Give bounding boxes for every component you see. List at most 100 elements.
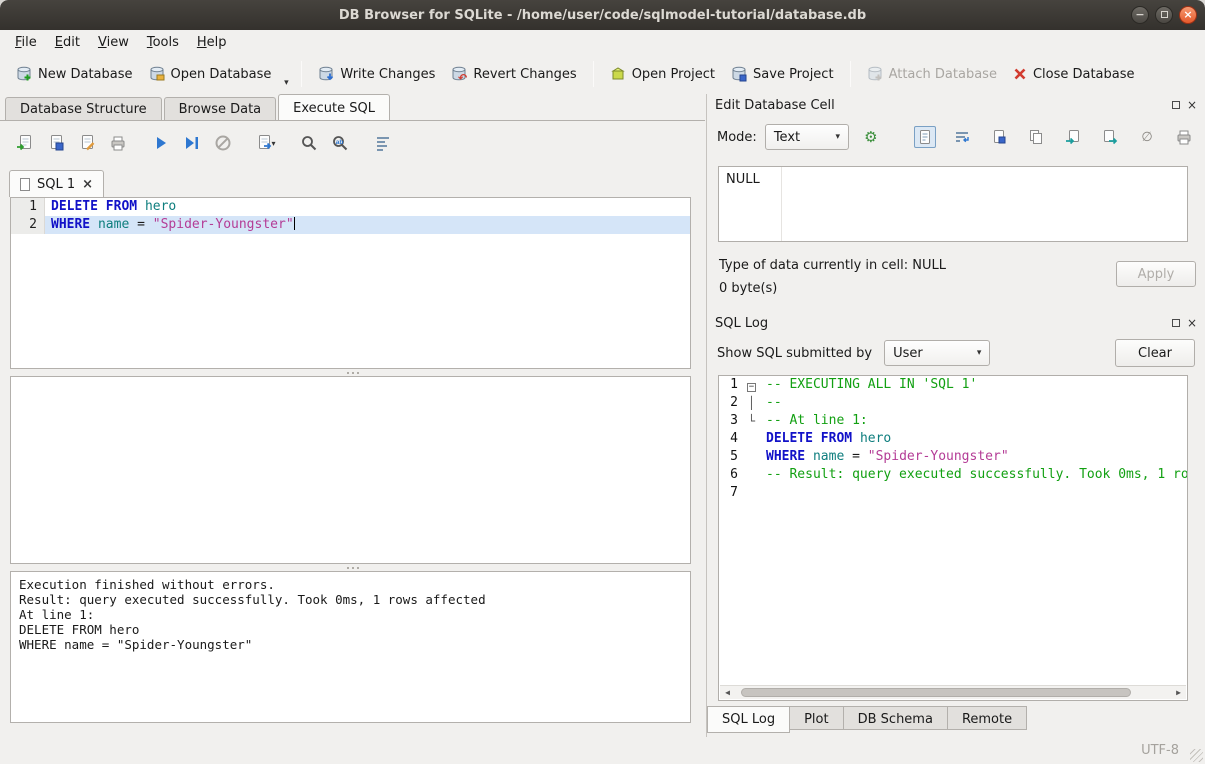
sql-file-icon (20, 178, 30, 191)
code-text: -- (760, 394, 1187, 412)
line-number: 1 (11, 198, 45, 216)
execute-all-button[interactable] (148, 130, 174, 156)
auto-format-button[interactable] (370, 130, 396, 156)
code-line[interactable]: 7 (719, 484, 1187, 502)
undock-cell-panel-icon[interactable] (1172, 101, 1180, 109)
menubar: FileEditViewToolsHelp (0, 30, 1205, 54)
open-project-button[interactable]: Open Project (602, 61, 723, 87)
execution-messages: Execution finished without errors. Resul… (10, 571, 691, 723)
text-mode-icon[interactable] (914, 126, 936, 148)
menu-file[interactable]: File (6, 32, 46, 53)
code-line[interactable]: 2WHERE name = "Spider-Youngster" (11, 216, 690, 234)
apply-button: Apply (1116, 261, 1196, 287)
sql-editor-toolbar: ▾ ab (12, 130, 396, 156)
tab-database-structure[interactable]: Database Structure (5, 97, 162, 121)
mode-settings-button[interactable]: ⚙ (857, 124, 885, 150)
save-text-icon[interactable] (988, 126, 1010, 148)
submitted-by-value: User (893, 346, 969, 361)
set-null-icon[interactable]: ∅ (1136, 126, 1158, 148)
code-text (760, 484, 1187, 502)
dropdown-icon: ▾ (284, 78, 289, 88)
fold-toggle-icon[interactable]: − (743, 376, 760, 394)
save-sql-as-button[interactable] (74, 130, 100, 156)
sql-log-title: SQL Log (715, 316, 768, 331)
filter-label: Show SQL submitted by (717, 346, 872, 361)
tab-plot[interactable]: Plot (790, 706, 844, 730)
print-cell-icon[interactable] (1173, 126, 1195, 148)
results-messages-splitter[interactable] (0, 565, 705, 570)
cell-editor-textarea[interactable]: NULL (718, 166, 1188, 242)
cell-mode-row: Mode: Text ▾ ⚙ ∅ (707, 122, 1205, 152)
menu-view[interactable]: View (89, 32, 138, 53)
submitted-by-select[interactable]: User ▾ (884, 340, 990, 366)
revert-changes-button[interactable]: ↶ Revert Changes (443, 61, 584, 87)
tab-remote[interactable]: Remote (948, 706, 1027, 730)
save-project-button[interactable]: Save Project (723, 61, 842, 87)
gear-icon: ⚙ (864, 128, 877, 146)
mode-select[interactable]: Text ▾ (765, 124, 849, 150)
scroll-right-icon[interactable]: ▶ (1171, 688, 1186, 697)
tree-line (743, 466, 760, 484)
open-database-button[interactable]: Open Database (141, 61, 280, 87)
resize-grip[interactable] (1190, 749, 1203, 762)
minimize-button[interactable]: − (1131, 6, 1149, 24)
main-toolbar: New Database Open Database ▾ Write Chang… (0, 54, 1205, 94)
clear-log-button[interactable]: Clear (1115, 339, 1195, 367)
sql-editor[interactable]: 1DELETE FROM hero2WHERE name = "Spider-Y… (10, 197, 691, 369)
find-button[interactable] (296, 130, 322, 156)
maximize-button[interactable] (1155, 6, 1173, 24)
close-log-panel-icon[interactable]: × (1187, 317, 1197, 329)
save-sql-file-button[interactable] (43, 130, 69, 156)
code-line[interactable]: 3└-- At line 1: (719, 412, 1187, 430)
menu-edit[interactable]: Edit (46, 32, 89, 53)
tree-line (743, 484, 760, 502)
code-line[interactable]: 6-- Result: query executed successfully.… (719, 466, 1187, 484)
code-line[interactable]: 1−-- EXECUTING ALL IN 'SQL 1' (719, 376, 1187, 394)
word-wrap-icon[interactable] (951, 126, 973, 148)
tab-db-schema[interactable]: DB Schema (844, 706, 948, 730)
titlebar[interactable]: DB Browser for SQLite - /home/user/code/… (0, 0, 1205, 30)
tab-execute-sql[interactable]: Execute SQL (278, 94, 390, 121)
undock-log-panel-icon[interactable] (1172, 319, 1180, 327)
scroll-left-icon[interactable]: ◀ (720, 688, 735, 697)
open-database-dropdown[interactable]: ▾ (279, 54, 293, 94)
results-grid[interactable] (10, 376, 691, 564)
open-sql-file-button[interactable] (12, 130, 38, 156)
window-title: DB Browser for SQLite - /home/user/code/… (339, 8, 866, 23)
menu-help[interactable]: Help (188, 32, 236, 53)
code-text: -- EXECUTING ALL IN 'SQL 1' (760, 376, 1187, 394)
log-horizontal-scrollbar[interactable]: ◀ ▶ (720, 685, 1186, 699)
close-cell-panel-icon[interactable]: × (1187, 99, 1197, 111)
code-line[interactable]: 2│-- (719, 394, 1187, 412)
find-replace-button[interactable]: ab (327, 130, 353, 156)
sql-tab[interactable]: SQL 1 × (9, 170, 104, 197)
code-line[interactable]: 4DELETE FROM hero (719, 430, 1187, 448)
print-sql-button[interactable] (105, 130, 131, 156)
save-results-button[interactable]: ▾ (253, 130, 279, 156)
execute-current-line-button[interactable] (179, 130, 205, 156)
close-button[interactable]: × (1179, 6, 1197, 24)
mode-dropdown-icon: ▾ (828, 132, 848, 142)
copy-text-icon[interactable] (1025, 126, 1047, 148)
code-line[interactable]: 5WHERE name = "Spider-Youngster" (719, 448, 1187, 466)
menu-tools[interactable]: Tools (138, 32, 188, 53)
close-database-button[interactable]: Close Database (1005, 62, 1143, 87)
new-database-button[interactable]: New Database (8, 61, 141, 87)
editor-results-splitter[interactable] (0, 370, 705, 375)
tree-line (743, 430, 760, 448)
scroll-track[interactable] (735, 686, 1171, 699)
encoding-indicator[interactable]: UTF-8 (1141, 743, 1179, 758)
scroll-thumb[interactable] (741, 688, 1131, 697)
stop-icon (214, 134, 232, 152)
code-line[interactable]: 1DELETE FROM hero (11, 198, 690, 216)
open-database-label: Open Database (171, 67, 272, 82)
write-changes-button[interactable]: Write Changes (310, 61, 443, 87)
tab-browse-data[interactable]: Browse Data (164, 97, 277, 121)
sql-tab-close-icon[interactable]: × (82, 178, 93, 191)
edit-cell-title: Edit Database Cell (715, 98, 835, 113)
tab-sql-log[interactable]: SQL Log (707, 706, 790, 733)
import-text-icon[interactable] (1062, 126, 1084, 148)
export-text-icon[interactable] (1099, 126, 1121, 148)
sql-log-view[interactable]: 1−-- EXECUTING ALL IN 'SQL 1'2│--3└-- At… (718, 375, 1188, 701)
execute-all-icon (152, 134, 170, 152)
